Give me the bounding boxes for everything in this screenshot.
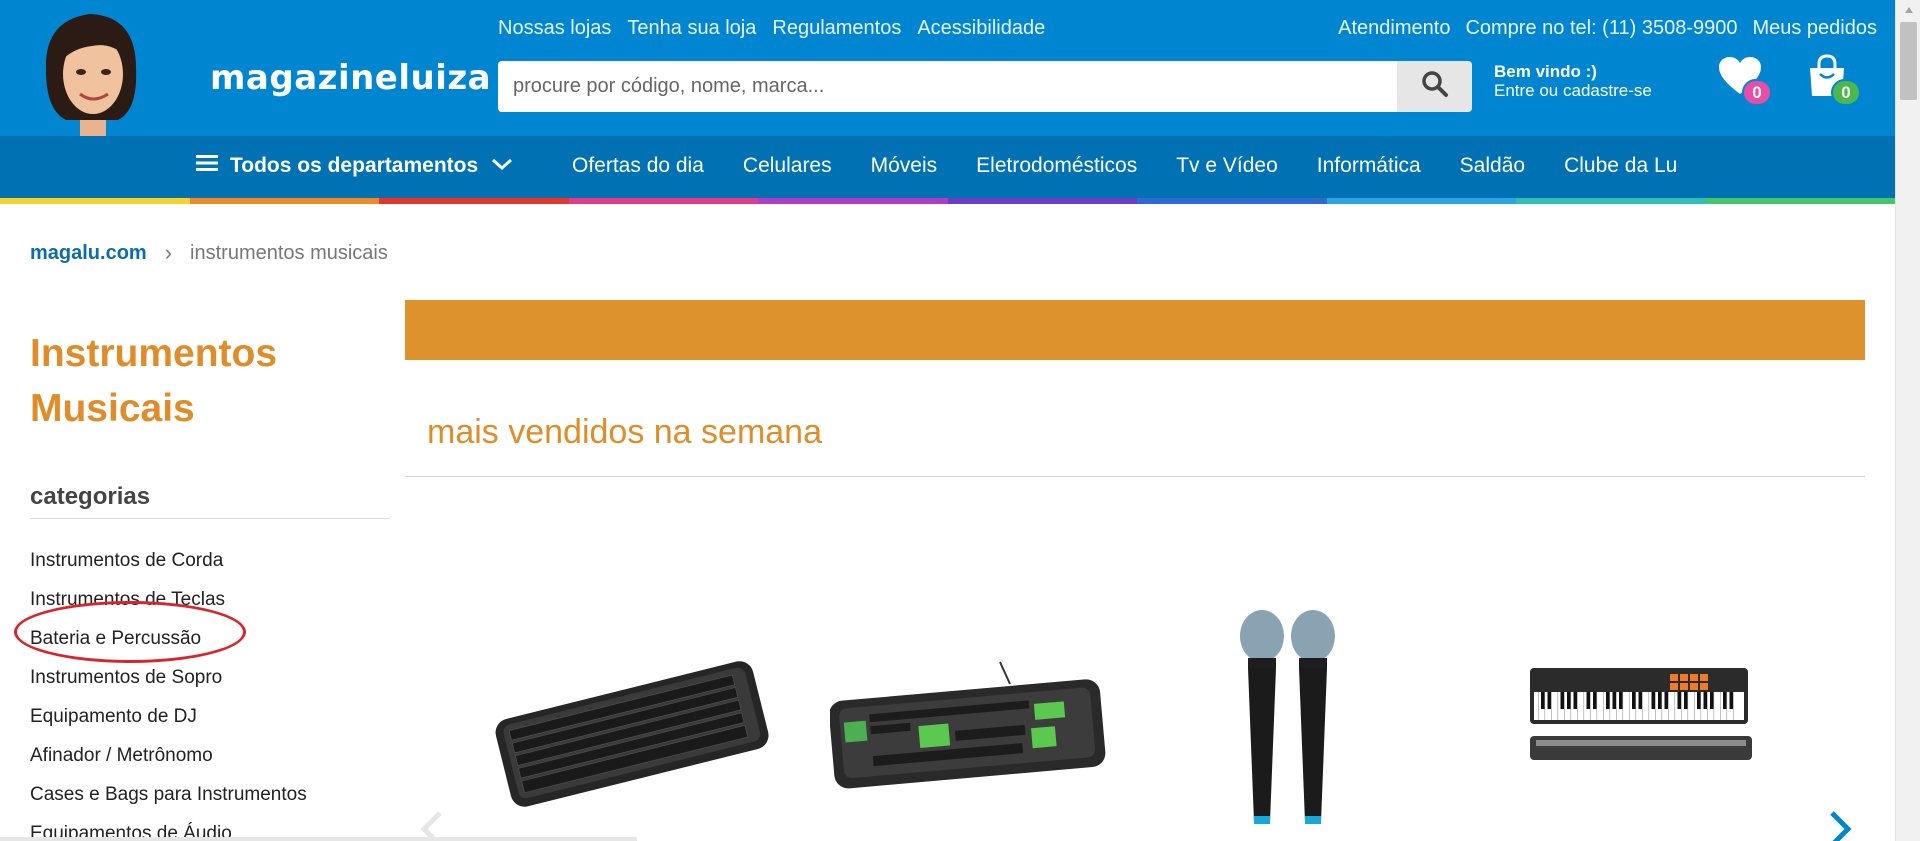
login-link[interactable]: Bem vindo :) Entre ou cadastre-se [1494, 62, 1652, 100]
search-input[interactable] [498, 61, 1394, 112]
all-departments-label: Todos os departamentos [230, 154, 479, 177]
section-title: mais vendidos na semana [427, 413, 823, 451]
promo-banner[interactable] [405, 300, 1865, 360]
product-carousel [490, 600, 1790, 841]
site-logo[interactable]: magazineluiza [210, 58, 491, 98]
login-subtitle: Entre ou cadastre-se [1494, 81, 1652, 100]
rainbow-segment [947, 198, 1137, 204]
rainbow-segment [1516, 198, 1706, 204]
search-bar [498, 61, 1472, 112]
carousel-prev-button[interactable] [412, 809, 452, 841]
product-card-midi-keyboard[interactable] [1510, 600, 1790, 841]
wishlist-count-badge: 0 [1742, 79, 1772, 106]
nav-eletrodomesticos[interactable]: Eletrodomésticos [976, 154, 1137, 178]
page-title: Instrumentos Musicais [30, 332, 278, 430]
hamburger-icon [196, 154, 218, 178]
link-nossas-lojas[interactable]: Nossas lojas [498, 17, 611, 40]
search-button[interactable] [1397, 61, 1472, 112]
rainbow-stripe [0, 198, 1895, 204]
cart-button[interactable]: 0 [1807, 54, 1861, 106]
main-nav: Todos os departamentos Ofertas do dia Ce… [0, 136, 1895, 198]
link-meus-pedidos[interactable]: Meus pedidos [1752, 17, 1877, 40]
nav-ofertas-do-dia[interactable]: Ofertas do dia [572, 154, 704, 178]
category-item-afinador[interactable]: Afinador / Metrônomo [30, 736, 307, 775]
rainbow-segment [1326, 198, 1516, 204]
top-links: Nossas lojas Tenha sua loja Regulamentos… [498, 17, 1045, 40]
chevron-down-icon [490, 154, 514, 178]
link-atendimento[interactable]: Atendimento [1338, 17, 1450, 40]
nav-links: Ofertas do dia Celulares Móveis Eletrodo… [572, 154, 1677, 178]
category-item-dj[interactable]: Equipamento de DJ [30, 697, 307, 736]
rainbow-segment [0, 198, 190, 204]
category-list: Instrumentos de Corda Instrumentos de Te… [30, 541, 307, 841]
link-tenha-sua-loja[interactable]: Tenha sua loja [627, 17, 756, 40]
midi-keyboard-image [1530, 668, 1752, 760]
nav-clube-da-lu[interactable]: Clube da Lu [1564, 154, 1677, 178]
nav-informatica[interactable]: Informática [1317, 154, 1421, 178]
chevron-right-icon: › [164, 240, 173, 265]
wishlist-button[interactable]: 0 [1718, 54, 1772, 106]
rainbow-segment [1705, 198, 1895, 204]
link-regulamentos[interactable]: Regulamentos [772, 17, 901, 40]
category-item-bateria-percussao[interactable]: Bateria e Percussão [30, 619, 307, 658]
rainbow-segment [758, 198, 948, 204]
all-departments-menu[interactable]: Todos os departamentos [196, 154, 514, 178]
page-scrollbar[interactable] [1895, 0, 1920, 841]
breadcrumb-current: instrumentos musicais [190, 241, 388, 264]
link-acessibilidade[interactable]: Acessibilidade [917, 17, 1045, 40]
product-card-microphones[interactable] [1180, 600, 1460, 841]
category-item-sopro[interactable]: Instrumentos de Sopro [30, 658, 307, 697]
divider [405, 476, 1865, 477]
divider [30, 518, 390, 519]
scrollbar-thumb[interactable] [1900, 22, 1917, 100]
scroll-up-arrow-icon[interactable] [1896, 0, 1920, 20]
nav-saldao[interactable]: Saldão [1460, 154, 1525, 178]
search-icon [1421, 70, 1449, 103]
rainbow-segment [379, 198, 569, 204]
nav-tv-e-video[interactable]: Tv e Vídeo [1176, 154, 1278, 178]
category-item-cases-bags[interactable]: Cases e Bags para Instrumentos [30, 775, 307, 814]
cart-count-badge: 0 [1831, 79, 1861, 106]
carousel-next-button[interactable] [1820, 809, 1860, 841]
microphones-image [1240, 610, 1335, 824]
welcome-title: Bem vindo :) [1494, 62, 1597, 81]
product-card-keyboard-black[interactable] [490, 600, 770, 841]
category-item-teclas[interactable]: Instrumentos de Teclas [30, 580, 307, 619]
rainbow-segment [189, 198, 379, 204]
nav-moveis[interactable]: Móveis [871, 154, 938, 178]
categories-heading: categorias [30, 483, 151, 510]
product-card-keyboard-gamer[interactable] [830, 600, 1110, 841]
top-links-right: Atendimento Compre no tel: (11) 3508-990… [1338, 17, 1877, 40]
rainbow-segment [1137, 198, 1327, 204]
rainbow-segment [568, 198, 758, 204]
keyboard-image [495, 661, 769, 807]
breadcrumb-home[interactable]: magalu.com [30, 242, 147, 265]
phone-number: Compre no tel: (11) 3508-9900 [1465, 17, 1738, 39]
nav-celulares[interactable]: Celulares [743, 154, 832, 178]
chevron-left-icon [412, 811, 452, 841]
category-item-corda[interactable]: Instrumentos de Corda [30, 541, 307, 580]
chevron-right-icon [1820, 811, 1860, 841]
keyboard-gamer-image [830, 661, 1106, 789]
breadcrumb: magalu.com › instrumentos musicais [30, 240, 388, 266]
